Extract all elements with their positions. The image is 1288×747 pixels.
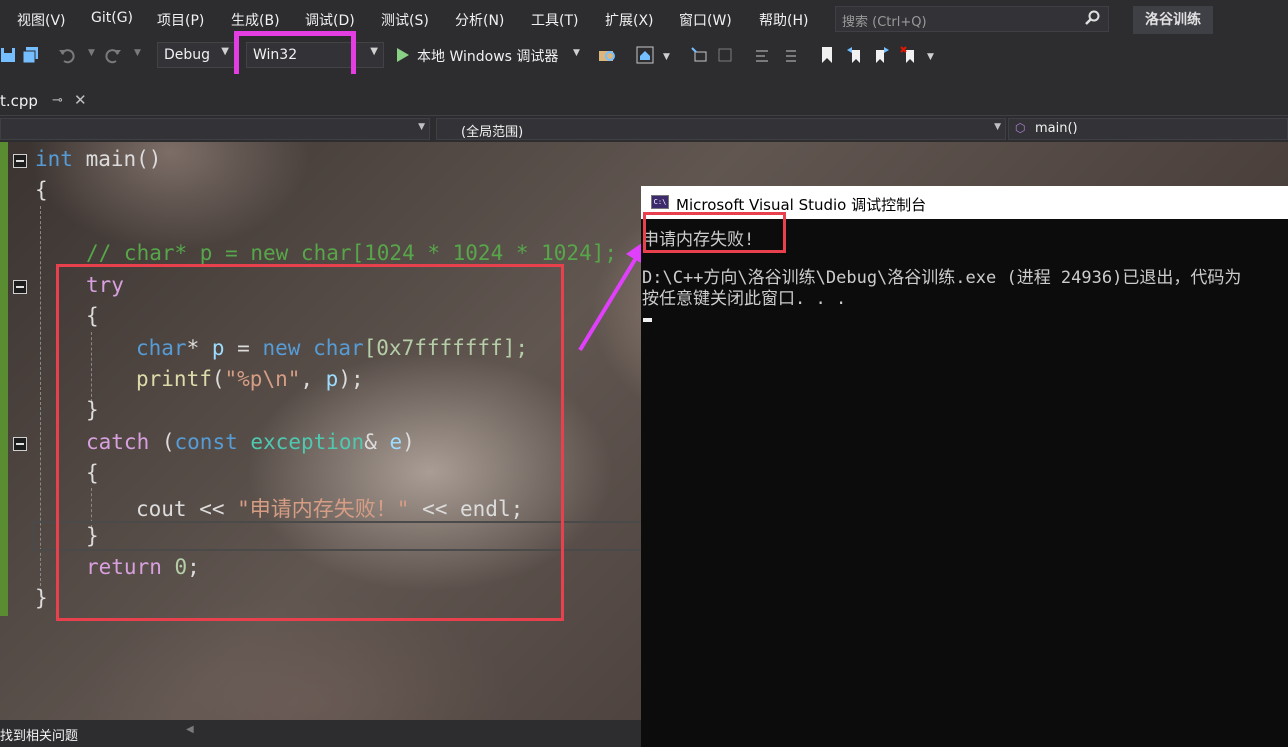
code-token: main() bbox=[72, 147, 162, 171]
menu-build[interactable]: 生成(B) bbox=[231, 10, 280, 30]
configuration-value: Debug bbox=[164, 47, 211, 63]
fold-collapse-icon[interactable] bbox=[13, 280, 27, 294]
outdent-icon[interactable] bbox=[780, 46, 798, 64]
chevron-down-icon: ▼ bbox=[994, 122, 1001, 132]
project-select[interactable]: ▼ bbox=[0, 118, 430, 140]
redo-icon[interactable] bbox=[104, 46, 122, 64]
console-cursor bbox=[643, 318, 652, 322]
clear-bookmarks-icon[interactable] bbox=[900, 46, 918, 64]
chevron-down-icon: ▼ bbox=[370, 46, 378, 57]
home-icon[interactable] bbox=[636, 46, 654, 64]
menu-debug[interactable]: 调试(D) bbox=[305, 10, 355, 30]
menu-extensions[interactable]: 扩展(X) bbox=[605, 10, 654, 30]
tab-file-label: t.cpp bbox=[0, 92, 38, 110]
menu-help[interactable]: 帮助(H) bbox=[759, 10, 808, 30]
debug-console-window[interactable]: C:\ Microsoft Visual Studio 调试控制台 申请内存失败… bbox=[641, 186, 1288, 747]
configuration-select[interactable]: Debug ▼ bbox=[157, 42, 235, 68]
console-line: 按任意键关闭此窗口. . . bbox=[642, 289, 847, 309]
method-icon: ⬡ bbox=[1015, 121, 1026, 135]
tab-bar bbox=[0, 74, 1288, 114]
menu-git[interactable]: Git(G) bbox=[91, 10, 133, 26]
tab-file[interactable]: t.cpp ⊸ ✕ bbox=[0, 90, 95, 114]
code-token: int bbox=[35, 147, 73, 171]
menu-view[interactable]: 视图(V) bbox=[17, 10, 66, 30]
pin-icon[interactable]: ⊸ bbox=[52, 93, 63, 108]
scope-value: (全局范围) bbox=[461, 125, 524, 140]
scope-select[interactable]: (全局范围) ▼ bbox=[436, 118, 1006, 140]
menu-analyze[interactable]: 分析(N) bbox=[455, 10, 504, 30]
menu-test[interactable]: 测试(S) bbox=[381, 10, 429, 30]
member-value: main() bbox=[1035, 121, 1078, 136]
toolbar-overflow-icon[interactable]: ▼ bbox=[927, 52, 934, 62]
home-dropdown-icon[interactable]: ▼ bbox=[663, 52, 670, 62]
solution-title: 洛谷训练 bbox=[1133, 6, 1213, 34]
save-all-icon[interactable] bbox=[22, 46, 40, 64]
undo-icon[interactable] bbox=[58, 46, 76, 64]
debugger-dropdown-icon[interactable]: ▼ bbox=[573, 48, 580, 58]
start-debugger-button[interactable]: 本地 Windows 调试器 bbox=[417, 46, 558, 66]
uncomment-icon[interactable] bbox=[753, 46, 771, 64]
comment-icon[interactable] bbox=[716, 46, 734, 64]
search-icon bbox=[1085, 10, 1100, 25]
status-text[interactable]: 找到相关问题 bbox=[0, 725, 78, 744]
close-icon[interactable]: ✕ bbox=[74, 91, 87, 109]
fold-collapse-icon[interactable] bbox=[13, 437, 27, 451]
change-indicator-bar bbox=[0, 142, 8, 616]
chevron-down-icon: ▼ bbox=[418, 122, 425, 132]
prev-bookmark-icon[interactable] bbox=[846, 46, 864, 64]
search-box[interactable]: 搜索 (Ctrl+Q) bbox=[835, 6, 1109, 32]
menu-tools[interactable]: 工具(T) bbox=[531, 10, 578, 30]
console-app-icon: C:\ bbox=[651, 195, 669, 209]
code-line-2: { bbox=[35, 178, 48, 202]
save-icon[interactable] bbox=[0, 46, 18, 64]
code-annotation-box bbox=[56, 264, 564, 621]
bookmark-icon[interactable] bbox=[818, 46, 836, 64]
menu-project[interactable]: 项目(P) bbox=[157, 10, 204, 30]
find-in-files-icon[interactable] bbox=[598, 46, 616, 64]
code-line-brace: } bbox=[35, 586, 48, 610]
console-annotation-box bbox=[643, 212, 786, 253]
code-line-comment: // char* p = new char[1024 * 1024 * 1024… bbox=[86, 241, 618, 265]
member-select[interactable]: ⬡ main() bbox=[1008, 118, 1288, 140]
code-line-1: int main() bbox=[35, 147, 161, 171]
fold-collapse-icon[interactable] bbox=[13, 154, 27, 168]
next-bookmark-icon[interactable] bbox=[872, 46, 890, 64]
redo-dropdown-icon[interactable]: ▼ bbox=[134, 48, 141, 58]
start-debug-icon[interactable] bbox=[396, 47, 410, 63]
chevron-down-icon: ▼ bbox=[221, 46, 229, 57]
scroll-left-icon[interactable]: ◀ bbox=[186, 724, 194, 735]
search-placeholder: 搜索 (Ctrl+Q) bbox=[842, 15, 927, 30]
menu-window[interactable]: 窗口(W) bbox=[679, 10, 732, 30]
undo-dropdown-icon[interactable]: ▼ bbox=[88, 48, 95, 58]
status-bar: 找到相关问题 ◀ bbox=[0, 720, 640, 747]
step-icon[interactable] bbox=[690, 46, 708, 64]
